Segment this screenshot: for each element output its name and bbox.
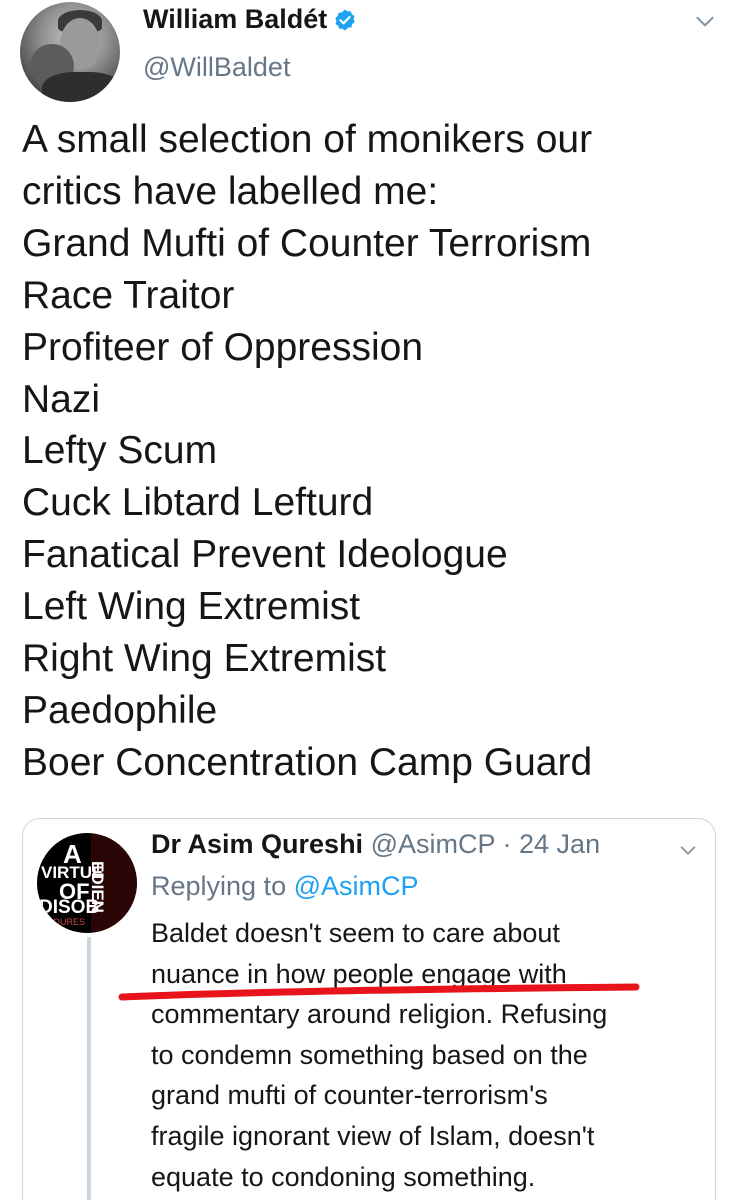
quoted-author-handle[interactable]: @AsimCP xyxy=(371,829,495,859)
tweet-text-line: Paedophile xyxy=(22,688,218,732)
author-handle[interactable]: @WillBaldet xyxy=(143,52,290,83)
tweet-text-line: A small selection of monikers our xyxy=(22,118,593,161)
author-avatar[interactable] xyxy=(20,2,120,102)
tweet-text-line: Race Traitor xyxy=(22,273,235,317)
tweet-text-line: Lefty Scum xyxy=(22,429,218,473)
avatar-shirt xyxy=(42,72,120,102)
quoted-tweet-text: Baldet doesn't seem to care about nuance… xyxy=(151,913,711,1197)
quoted-tweet-card[interactable]: A VIRTUE OF DISOB EDIEN M QURES Dr Asim … xyxy=(22,818,716,1200)
thread-connector-line xyxy=(87,937,91,1200)
tweet-text-line: Right Wing Extremist xyxy=(22,637,387,681)
quoted-text-line: grand mufti of counter-terrorism's xyxy=(151,1080,548,1111)
verified-badge-icon xyxy=(335,9,355,30)
tweet-text-line: Profiteer of Oppression xyxy=(22,325,424,369)
author-display-name[interactable]: William Baldét xyxy=(143,4,327,35)
quoted-text-line: commentary around religion. Refusing xyxy=(151,999,608,1030)
quoted-tweet-header: Dr Asim Qureshi @AsimCP · 24 Jan xyxy=(151,829,600,860)
tweet-text-line: Cuck Libtard Lefturd xyxy=(22,481,374,525)
replying-to: Replying to @AsimCP xyxy=(151,871,419,902)
tweet-text: A small selection of monikers our critic… xyxy=(22,114,722,789)
tweet-text-line: Left Wing Extremist xyxy=(22,585,361,629)
quoted-text-line: Baldet doesn't seem to care about xyxy=(151,918,560,948)
avatar-cover-text: EDIEN xyxy=(88,861,107,913)
tweet-text-line: critics have labelled me: xyxy=(22,169,439,213)
quoted-author-name[interactable]: Dr Asim Qureshi xyxy=(151,829,363,859)
quoted-text-line: fragile ignorant view of Islam, doesn't xyxy=(151,1120,595,1151)
quoted-text-line: equate to condoning something. xyxy=(151,1161,536,1192)
tweet-text-line: Fanatical Prevent Ideologue xyxy=(22,533,508,577)
replying-to-mention[interactable]: @AsimCP xyxy=(294,871,419,901)
author-name-row[interactable]: William Baldét xyxy=(143,4,357,35)
quoted-author-avatar[interactable]: A VIRTUE OF DISOB EDIEN M QURES xyxy=(37,833,137,933)
tweet-text-line: Nazi xyxy=(22,377,101,421)
replying-to-label: Replying to xyxy=(151,871,294,901)
avatar-cover-text: M QURES xyxy=(43,917,86,927)
quoted-tweet-date[interactable]: 24 Jan xyxy=(519,829,600,859)
meta-separator: · xyxy=(495,829,520,859)
tweet-text-line: Boer Concentration Camp Guard xyxy=(22,740,593,784)
quoted-text-line: to condemn something based on the xyxy=(151,1039,588,1070)
quoted-text-line: nuance in how people engage with xyxy=(151,958,567,989)
tweet-text-line: Grand Mufti of Counter Terrorism xyxy=(22,221,592,265)
chevron-down-icon[interactable] xyxy=(692,8,718,34)
chevron-down-icon[interactable] xyxy=(677,839,699,861)
